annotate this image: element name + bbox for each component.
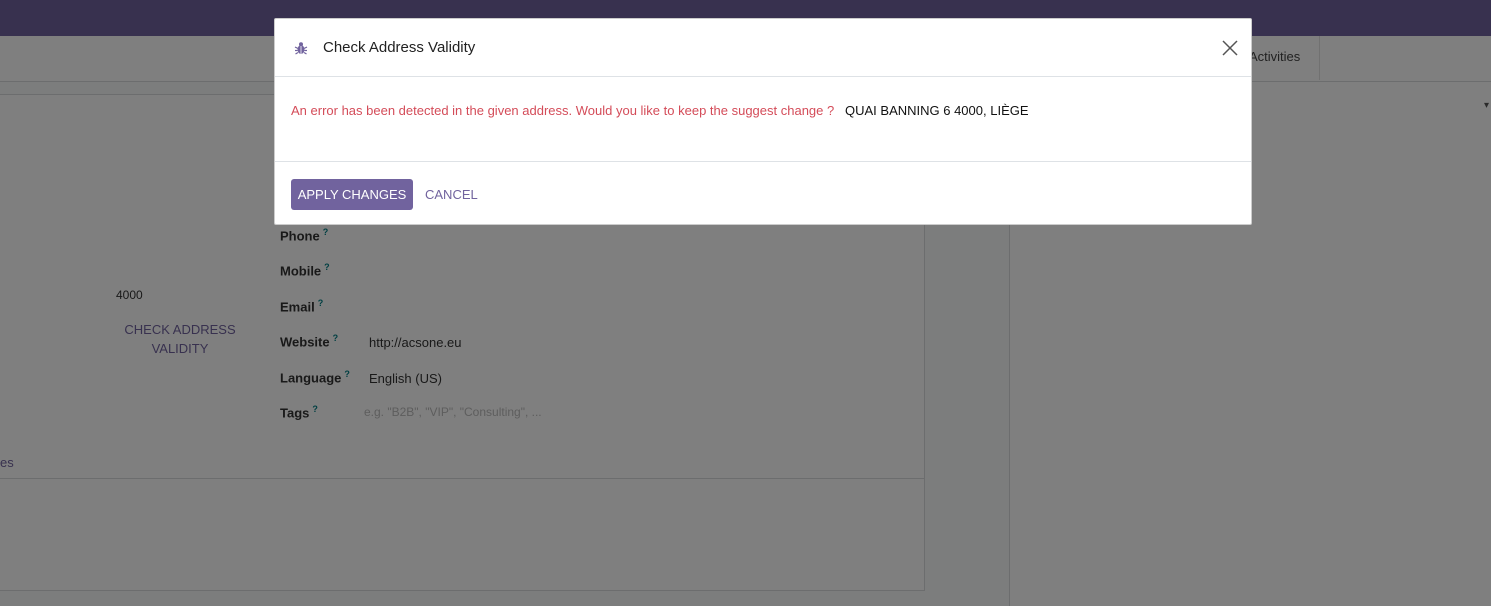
dialog-body: An error has been detected in the given …	[275, 77, 1251, 162]
close-icon[interactable]	[1221, 39, 1239, 57]
bug-icon	[294, 42, 308, 55]
cancel-button[interactable]: CANCEL	[419, 179, 481, 210]
dialog-header: Check Address Validity	[275, 19, 1251, 77]
dialog-title: Check Address Validity	[323, 39, 476, 56]
suggested-address: QUAI BANNING 6 4000, LIÈGE	[845, 103, 1029, 118]
apply-changes-button[interactable]: APPLY CHANGES	[291, 179, 413, 210]
check-address-dialog: Check Address Validity An error has been…	[274, 18, 1252, 225]
dialog-footer: APPLY CHANGES CANCEL	[275, 162, 1251, 226]
error-message: An error has been detected in the given …	[291, 103, 835, 118]
